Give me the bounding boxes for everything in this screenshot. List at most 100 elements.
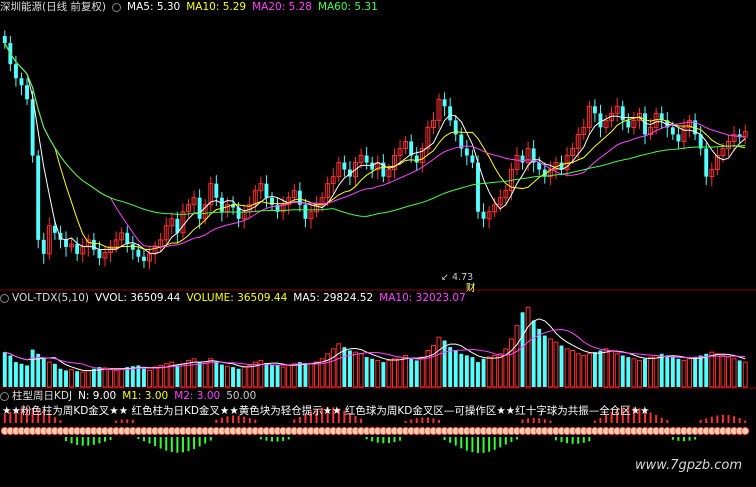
kdj-title[interactable]: 柱型周日KDJ [12,389,72,403]
volume-bar-up [403,354,409,388]
volume-bar-up [225,365,230,388]
volume-bar-up [291,363,297,388]
kdj-signal-bar [142,437,145,442]
volume-bar-down [41,358,46,387]
volume-bar-up [152,366,158,388]
candle-down [520,155,525,163]
candle-down [470,155,475,163]
volume-bar-down [142,368,146,387]
volume-bar-up [180,363,186,388]
volume-bar-down [64,370,68,387]
kdj-signal-bar [488,437,491,452]
volume-bar-down [626,357,631,387]
volume-bar-up [614,353,620,388]
kdj-signal-bar [582,437,585,443]
kdj-signal-bar [70,437,73,444]
candle-down [130,244,135,250]
finance-marker[interactable]: 财 [466,280,476,294]
volume-bar-up [687,358,692,388]
kdj-signal-bar [154,437,157,447]
volume-bar-down [91,368,96,387]
kdj-signal-bar [87,437,90,446]
vol-panel-header: VOL-TDX(5,10) VVOL: 36509.44 VOLUME: 365… [0,291,466,305]
kdj-signal-bar [209,437,212,441]
kdj-signal-bar [404,420,407,423]
volume-bar-up [247,364,253,388]
volume-bar-down [381,362,386,387]
volume-bar-up [375,359,381,388]
kdj-signal-bar [510,437,513,442]
settings-dot-icon[interactable] [112,2,122,12]
kdj-signal-bar [109,437,112,440]
vol-settings-dot-icon[interactable] [0,293,9,303]
kdj-signal-bar [744,420,747,423]
kdj-signal-bar [660,417,663,423]
stock-name[interactable]: 深圳能源 [0,0,42,14]
ma5-line [4,42,746,255]
volume-bar-down [75,371,80,387]
volume-bar-down [219,364,224,387]
volume-bar-down [236,368,241,387]
candle-down [2,36,7,44]
volume-bar-down [275,365,280,387]
kdj-signal-bar [738,418,741,423]
candle-down [598,113,603,128]
kdj-m2-label: M2: 3.00 [174,390,221,402]
kdj-signal-bar [566,437,569,444]
period-label: (日线 前复权) [42,1,107,13]
vol-ma5-line [4,318,746,372]
volume-bar-down [448,347,453,387]
volume-bar-down [409,358,414,387]
kdj-signal-bar [532,417,535,423]
kdj-signal-bar [282,437,285,441]
kdj-panel-header: 柱型周日KDJ N: 9.00 M1: 3.00 M2: 3.00 50.00 [0,389,256,403]
volume-bar-up [330,348,336,388]
kdj-signal-bar [387,437,390,443]
kdj-signal-bar [360,418,363,423]
kdj-signal-bar [733,416,736,423]
kdj-signal-bar [53,417,56,423]
volume-bar-down [459,353,464,387]
volume-bar-up [603,348,609,388]
volume-bar-down [453,350,458,387]
vol-title[interactable]: VOL-TDX(5,10) [12,291,89,305]
kdj-signal-bar [549,420,552,423]
ma5-label: MA5: 5.30 [127,1,181,13]
kdj-signal-bar [482,437,485,453]
candle-down [125,232,130,245]
kdj-signal-bar [220,417,223,423]
volume-bar-up [202,363,208,388]
candle-down [476,162,480,212]
volume-bar-down [643,358,647,387]
volume-bar-down [175,365,180,387]
volume-bar-up [492,354,498,388]
kdj-signal-bar [115,420,118,423]
kdj-signal-bar [666,420,669,423]
volume-bar-down [542,335,547,387]
kdj-signal-bar [287,437,290,440]
kdj-signal-bar [688,437,691,441]
volume-bar-down [25,365,30,387]
candle-down [91,239,96,250]
volume-bar-up [648,356,654,388]
candle-down [592,106,597,114]
kdj-signal-bar [599,417,602,423]
kdj-signal-bar [721,414,724,423]
volume-bar-down [58,368,63,387]
kdj-signal-bar [499,437,502,448]
volume-bar-down [264,362,269,387]
volume-bar-down [592,352,597,387]
kdj-signal-bar [527,418,530,423]
volume-bar-down [737,360,742,387]
candle-down [219,197,224,212]
price-panel-header: 深圳能源 (日线 前复权) MA5: 5.30 MA10: 5.29 MA20:… [0,0,378,14]
volume-bar-down [214,362,219,387]
candle-down [136,249,141,257]
kdj-signal-bar [465,437,468,451]
kdj-signal-bar [259,437,262,440]
volume-bar-up [709,351,715,388]
volume-bar-down [704,353,709,387]
kdj-settings-dot-icon[interactable] [0,391,9,401]
kdj-signal-bar [699,419,702,423]
vvol-label: VVOL: 36509.44 [95,292,181,304]
